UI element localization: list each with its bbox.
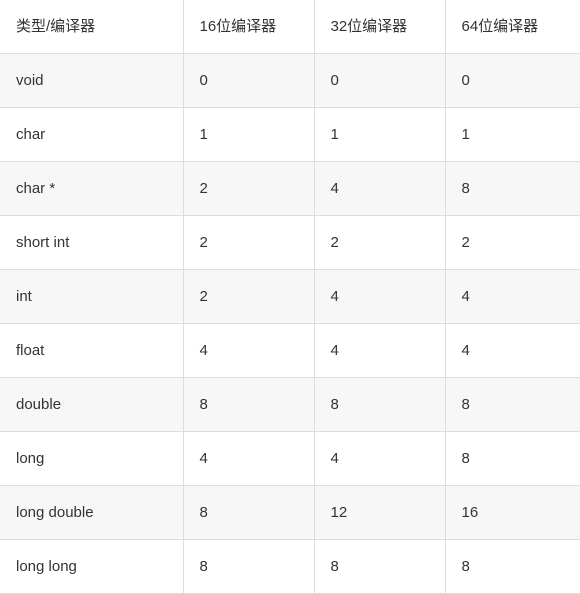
cell-64bit: 1	[445, 107, 580, 162]
column-header-32bit: 32位编译器	[314, 0, 446, 54]
cell-type: void	[0, 53, 184, 108]
cell-32bit: 1	[314, 107, 446, 162]
cell-type: int	[0, 269, 184, 324]
cell-32bit: 12	[314, 485, 446, 540]
table-row: long double 8 12 16	[0, 485, 580, 540]
cell-type: short int	[0, 215, 184, 270]
cell-64bit: 0	[445, 53, 580, 108]
cell-64bit: 8	[445, 431, 580, 486]
cell-16bit: 8	[183, 485, 315, 540]
table-header-row: 类型/编译器 16位编译器 32位编译器 64位编译器	[0, 0, 580, 54]
cell-64bit: 4	[445, 323, 580, 378]
table-row: char * 2 4 8	[0, 161, 580, 216]
column-header-type: 类型/编译器	[0, 0, 184, 54]
cell-32bit: 4	[314, 269, 446, 324]
cell-32bit: 4	[314, 161, 446, 216]
cell-16bit: 2	[183, 215, 315, 270]
cell-32bit: 4	[314, 323, 446, 378]
cell-64bit: 8	[445, 377, 580, 432]
table-row: void 0 0 0	[0, 53, 580, 108]
cell-32bit: 8	[314, 377, 446, 432]
table-header: 类型/编译器 16位编译器 32位编译器 64位编译器	[0, 0, 580, 54]
cell-16bit: 2	[183, 269, 315, 324]
cell-type: float	[0, 323, 184, 378]
data-type-size-table: 类型/编译器 16位编译器 32位编译器 64位编译器 void 0 0 0 char 1…	[0, 0, 580, 594]
cell-32bit: 2	[314, 215, 446, 270]
cell-type: char	[0, 107, 184, 162]
table-row: long long 8 8 8	[0, 539, 580, 594]
cell-16bit: 2	[183, 161, 315, 216]
column-header-64bit: 64位编译器	[445, 0, 580, 54]
cell-16bit: 1	[183, 107, 315, 162]
cell-32bit: 4	[314, 431, 446, 486]
table-body: void 0 0 0 char 1 1 1 char * 2 4 8 short int 2 2 2 int 2 4…	[0, 53, 580, 594]
cell-type: char *	[0, 161, 184, 216]
cell-16bit: 4	[183, 431, 315, 486]
table-row: int 2 4 4	[0, 269, 580, 324]
cell-16bit: 0	[183, 53, 315, 108]
cell-64bit: 2	[445, 215, 580, 270]
table-row: long 4 4 8	[0, 431, 580, 486]
cell-64bit: 16	[445, 485, 580, 540]
table-row: float 4 4 4	[0, 323, 580, 378]
cell-16bit: 4	[183, 323, 315, 378]
cell-32bit: 8	[314, 539, 446, 594]
cell-16bit: 8	[183, 539, 315, 594]
cell-64bit: 4	[445, 269, 580, 324]
cell-type: double	[0, 377, 184, 432]
table-row: short int 2 2 2	[0, 215, 580, 270]
column-header-16bit: 16位编译器	[183, 0, 315, 54]
table-row: char 1 1 1	[0, 107, 580, 162]
table-row: double 8 8 8	[0, 377, 580, 432]
cell-16bit: 8	[183, 377, 315, 432]
cell-64bit: 8	[445, 161, 580, 216]
cell-type: long	[0, 431, 184, 486]
cell-64bit: 8	[445, 539, 580, 594]
cell-type: long double	[0, 485, 184, 540]
cell-32bit: 0	[314, 53, 446, 108]
cell-type: long long	[0, 539, 184, 594]
